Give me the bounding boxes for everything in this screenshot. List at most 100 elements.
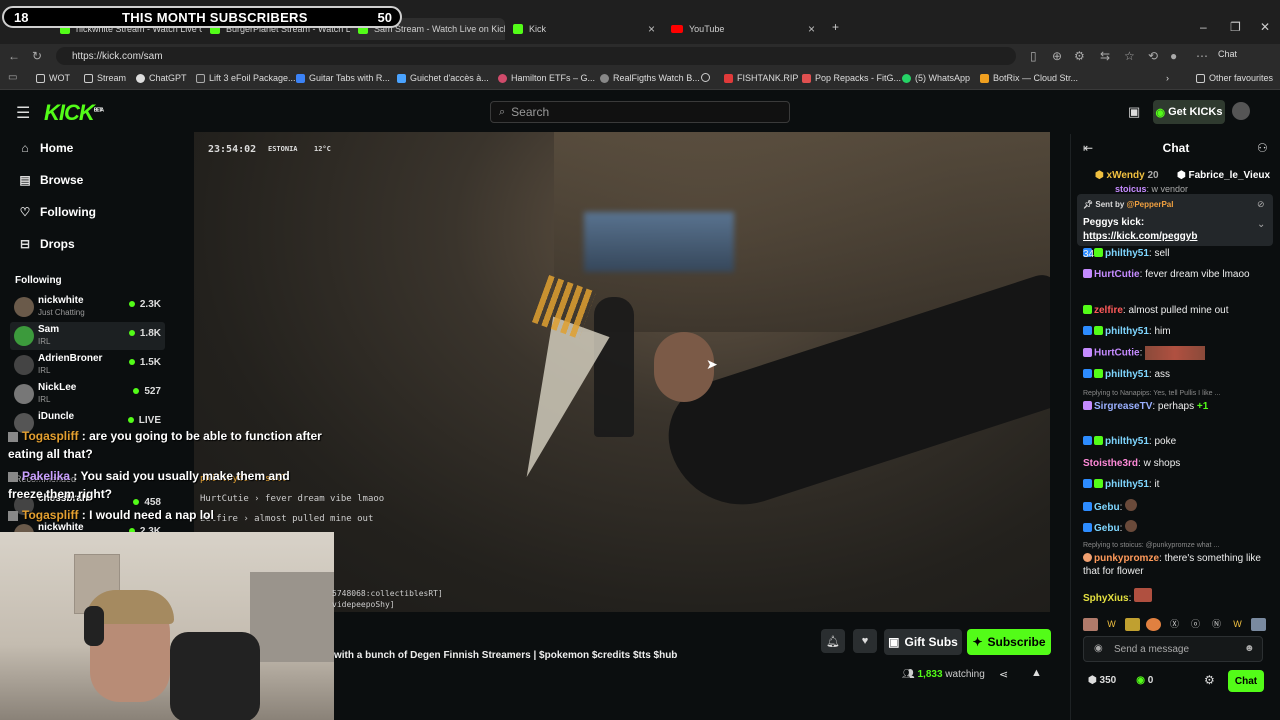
- following-channel[interactable]: NickLee IRL 527: [10, 380, 165, 408]
- refresh-icon[interactable]: ↻: [32, 49, 42, 63]
- following-channel[interactable]: AdrienBroner IRL 1.5K: [10, 351, 165, 379]
- bookmark-chatgpt[interactable]: ChatGPT: [136, 73, 187, 83]
- more-icon[interactable]: ⋯: [1196, 49, 1208, 63]
- bookmark-whatsapp[interactable]: (5) WhatsApp: [902, 73, 970, 83]
- gift-subs-button[interactable]: ▣ Gift Subs: [884, 629, 962, 655]
- emote-icon[interactable]: ⓞ: [1188, 618, 1203, 631]
- chat-message: zelfire: almost pulled mine out: [1083, 304, 1273, 317]
- emote-image: [1145, 346, 1206, 360]
- avatar: [14, 355, 34, 375]
- tab-kick[interactable]: Kick ×: [505, 18, 663, 40]
- emote-icon[interactable]: [1146, 617, 1161, 631]
- bookmark-stream[interactable]: Stream: [84, 73, 126, 83]
- sidebar-item-browse[interactable]: ▤ Browse: [18, 173, 83, 187]
- emote-icon[interactable]: Ⓝ: [1209, 618, 1224, 631]
- mouse-cursor-icon: ➤: [706, 356, 718, 372]
- emoji-icon[interactable]: ☻: [1244, 643, 1255, 654]
- menu-icon[interactable]: ☰: [16, 103, 30, 123]
- bookmark-guitar-tabs[interactable]: Guitar Tabs with R...: [296, 73, 390, 83]
- search-input[interactable]: ⌕ Search: [490, 101, 790, 123]
- sub-badge-icon: [1083, 502, 1092, 511]
- chat-settings-icon[interactable]: ⚙: [1204, 673, 1215, 687]
- expand-pinned-icon[interactable]: ⌄: [1257, 219, 1265, 230]
- bookmarks-overflow-icon[interactable]: ›: [1166, 73, 1169, 83]
- emote-icon[interactable]: [1251, 617, 1266, 631]
- bookmark-guichet[interactable]: Guichet d'accès à...: [397, 73, 489, 83]
- emote-icon[interactable]: [1083, 617, 1098, 631]
- history-icon[interactable]: ⟲: [1148, 49, 1158, 63]
- user-avatar[interactable]: [1232, 102, 1250, 120]
- sub-badge-icon: [1083, 401, 1092, 410]
- maximize-icon[interactable]: ❐: [1230, 20, 1241, 34]
- chat-title: Chat: [1162, 141, 1190, 155]
- theater-mode-icon[interactable]: ▣: [1128, 104, 1140, 120]
- whatsapp-icon: [902, 73, 911, 83]
- emote-icon[interactable]: W: [1104, 618, 1119, 631]
- unpin-icon[interactable]: ⊘: [1257, 199, 1265, 210]
- extensions-icon[interactable]: ⚙: [1074, 49, 1085, 63]
- chat-message-input[interactable]: ◉ Send a message ☻: [1083, 636, 1263, 662]
- tab-youtube[interactable]: YouTube ×: [663, 18, 823, 40]
- bookmark-wot[interactable]: WOT: [36, 73, 70, 83]
- window-close-icon[interactable]: ✕: [1260, 20, 1270, 34]
- stream-chat-message: Togaspliff : are you going to be able to…: [8, 429, 322, 461]
- bookmark-lift[interactable]: Lift 3 eFoil Package...: [196, 73, 296, 83]
- bookmark-botrix[interactable]: BotRix — Cloud Str...: [980, 73, 1078, 83]
- home-icon: ⌂: [21, 141, 29, 155]
- emote-bar: W Ⓧ ⓞ Ⓝ W: [1083, 615, 1273, 633]
- profile-avatar[interactable]: ●: [1170, 49, 1177, 63]
- sidebar-item-following[interactable]: ♡ Following: [18, 205, 96, 219]
- pinned-text: Peggys kick:: [1083, 217, 1145, 228]
- emote-image: [1125, 499, 1138, 511]
- video-location: ESTONIA: [268, 145, 298, 153]
- back-icon[interactable]: ←: [8, 49, 20, 63]
- sidebar-item-home[interactable]: ⌂ Home: [18, 141, 73, 155]
- bookmark-other-favourites[interactable]: Other favourites: [1196, 73, 1273, 83]
- follow-heart-icon[interactable]: ♥: [853, 629, 877, 653]
- following-channel[interactable]: Sam IRL 1.8K: [10, 322, 165, 350]
- favorites-icon[interactable]: ☆: [1124, 49, 1135, 63]
- bookmark-pop-repacks[interactable]: Pop Repacks - FitG...: [802, 73, 901, 83]
- notification-bell-icon[interactable]: 🔔︎: [821, 629, 845, 653]
- emote-icon[interactable]: W: [1230, 618, 1245, 631]
- close-tab-icon[interactable]: ×: [648, 22, 655, 36]
- tablet-icon[interactable]: ▭: [8, 72, 17, 83]
- sidebar-item-drops[interactable]: ⊟ Drops: [18, 237, 75, 251]
- reader-icon[interactable]: ▯: [1030, 49, 1037, 63]
- bookmark-realfigths[interactable]: RealFigths Watch B...: [600, 73, 700, 83]
- emote-icon[interactable]: Ⓧ: [1167, 618, 1182, 631]
- url-field[interactable]: https://kick.com/sam: [56, 47, 1016, 65]
- sub-badge-icon: [1094, 436, 1103, 445]
- bookmarks-bar: ▭ WOT Stream ChatGPT Lift 3 eFoil Packag…: [0, 68, 1280, 90]
- chat-message: philthy51: poke: [1083, 435, 1273, 448]
- avatar: [14, 384, 34, 404]
- send-chat-button[interactable]: Chat: [1228, 670, 1264, 692]
- report-icon[interactable]: ▲: [1031, 667, 1042, 679]
- stream-chat-message: Togaspliff : I would need a nap lol: [8, 506, 308, 524]
- copilot-chat-button[interactable]: Chat: [1218, 49, 1237, 59]
- close-tab-icon[interactable]: ×: [808, 22, 815, 36]
- top-gifter: ⬢ xWendy 20: [1095, 170, 1159, 181]
- video-hand: [654, 332, 714, 402]
- video-time: 23:54:02: [208, 144, 257, 155]
- bookmark-globe[interactable]: [701, 73, 714, 82]
- youtube-favicon-icon: [671, 25, 683, 33]
- share-icon[interactable]: ⋖: [999, 668, 1008, 681]
- minimize-icon[interactable]: –: [1200, 20, 1207, 34]
- zoom-icon[interactable]: ⊕: [1052, 49, 1062, 63]
- heart-icon: ♡: [19, 205, 31, 219]
- translate-icon[interactable]: ⇆: [1100, 49, 1110, 63]
- chat-users-icon[interactable]: ⚇: [1257, 141, 1268, 155]
- emote-icon[interactable]: [1125, 617, 1140, 631]
- new-tab-icon[interactable]: +: [832, 20, 839, 34]
- subscriber-goal-overlay: 18 THIS MONTH SUBSCRIBERS 50: [2, 6, 402, 28]
- subscribe-button[interactable]: ✦ Subscribe: [967, 629, 1051, 655]
- kick-favicon-icon: [513, 24, 523, 34]
- following-channel[interactable]: nickwhite Just Chatting 2.3K: [10, 293, 165, 321]
- bookmark-hamilton[interactable]: Hamilton ETFs – G...: [498, 73, 595, 83]
- avatar: [14, 297, 34, 317]
- get-kicks-button[interactable]: ◉ Get KICKs: [1153, 100, 1225, 124]
- bookmark-fishtank[interactable]: FISHTANK.RIP: [724, 73, 798, 83]
- kick-logo[interactable]: KICKBETA: [44, 100, 104, 126]
- pinned-link[interactable]: https://kick.com/peggyb: [1083, 231, 1197, 242]
